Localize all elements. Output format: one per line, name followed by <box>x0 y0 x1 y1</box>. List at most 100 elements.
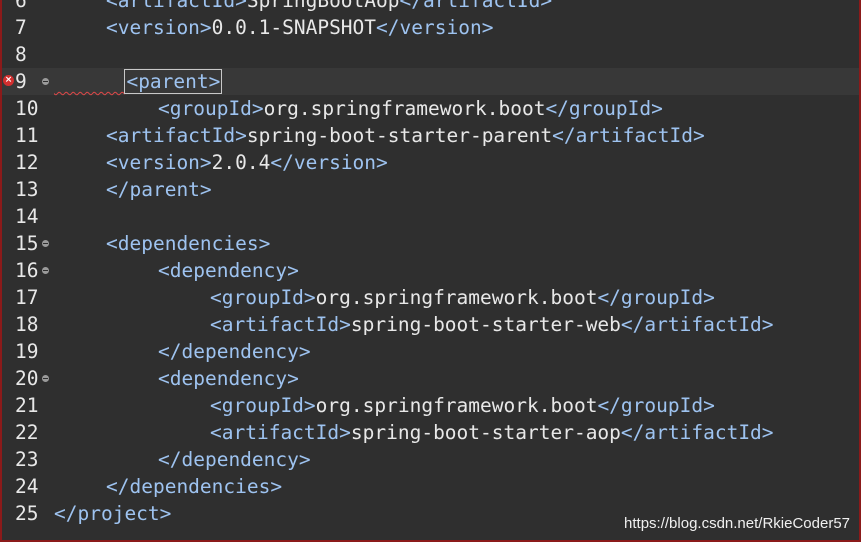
line-gutter: 15 <box>0 230 52 257</box>
code-content: <dependency> <box>158 257 299 284</box>
code-content: </dependency> <box>158 446 311 473</box>
tag-text: spring-boot-starter-aop <box>350 421 621 444</box>
error-x-icon[interactable]: × <box>3 75 14 86</box>
code-line-8[interactable]: 8 <box>0 41 861 68</box>
close-tag: </groupId> <box>597 394 715 417</box>
line-gutter: × 9 <box>0 68 52 95</box>
code-content: <dependency> <box>158 365 299 392</box>
tag-text: 2.0.4 <box>211 151 271 174</box>
fold-collapse-icon[interactable] <box>42 375 49 382</box>
line-number: 15 <box>15 232 39 255</box>
tag-text: org.springframework.boot <box>315 286 598 309</box>
open-tag: <parent> <box>124 69 223 94</box>
code-content: <artifactId>SpringBootAop</artifactId> <box>106 0 552 14</box>
close-tag: </version> <box>376 16 494 39</box>
line-number: 25 <box>15 502 39 525</box>
line-gutter: 16 <box>0 257 52 284</box>
line-gutter: 13 <box>0 176 52 203</box>
line-number: 13 <box>15 178 39 201</box>
close-tag: </parent> <box>106 178 212 201</box>
code-content: <dependencies> <box>106 230 270 257</box>
code-line-21[interactable]: 21 <groupId>org.springframework.boot</gr… <box>0 392 861 419</box>
open-tag: <artifactId> <box>106 124 247 147</box>
open-tag: <groupId> <box>210 394 316 417</box>
open-tag: <dependencies> <box>106 232 271 255</box>
line-number: 12 <box>15 151 39 174</box>
code-content: <groupId>org.springframework.boot</group… <box>210 392 715 419</box>
fold-collapse-icon[interactable] <box>42 267 49 274</box>
code-line-9[interactable]: × 9 <parent> <box>0 68 861 95</box>
line-gutter: 23 <box>0 446 52 473</box>
close-tag: </artifactId> <box>552 124 705 147</box>
code-content: </project> <box>54 500 171 527</box>
line-gutter: 6 <box>0 0 52 14</box>
line-number: 7 <box>15 16 27 39</box>
code-line-7[interactable]: 7 <version>0.0.1-SNAPSHOT</version> <box>0 14 861 41</box>
line-number: 11 <box>15 124 39 147</box>
open-tag: <groupId> <box>158 97 264 120</box>
line-gutter: 24 <box>0 473 52 500</box>
close-tag: </dependency> <box>158 448 311 471</box>
line-number: 23 <box>15 448 39 471</box>
close-tag: </groupId> <box>597 286 715 309</box>
code-line-12[interactable]: 12 <version>2.0.4</version> <box>0 149 861 176</box>
tag-text: org.springframework.boot <box>315 394 598 417</box>
line-gutter: 21 <box>0 392 52 419</box>
line-number: 21 <box>15 394 39 417</box>
line-gutter: 10 <box>0 95 52 122</box>
code-line-19[interactable]: 19 </dependency> <box>0 338 861 365</box>
line-number: 18 <box>15 313 39 336</box>
code-content: <artifactId>spring-boot-starter-aop</art… <box>210 419 774 446</box>
line-gutter: 17 <box>0 284 52 311</box>
line-gutter: 12 <box>0 149 52 176</box>
line-gutter: 19 <box>0 338 52 365</box>
close-tag: </dependencies> <box>106 475 283 498</box>
open-tag: <version> <box>106 16 212 39</box>
code-content: <groupId>org.springframework.boot</group… <box>158 95 663 122</box>
close-tag: </groupId> <box>545 97 663 120</box>
line-number: 17 <box>15 286 39 309</box>
code-content: <version>2.0.4</version> <box>106 149 388 176</box>
code-line-10[interactable]: 10 <groupId>org.springframework.boot</gr… <box>0 95 861 122</box>
code-content: </dependency> <box>158 338 311 365</box>
code-content: <artifactId>spring-boot-starter-parent</… <box>106 122 705 149</box>
code-line-15[interactable]: 15 <dependencies> <box>0 230 861 257</box>
code-line-6[interactable]: 6 <artifactId>SpringBootAop</artifactId> <box>0 0 861 14</box>
code-line-13[interactable]: 13 </parent> <box>0 176 861 203</box>
code-line-14[interactable]: 14 <box>0 203 861 230</box>
line-number: 24 <box>15 475 39 498</box>
code-line-24[interactable]: 24 </dependencies> <box>0 473 861 500</box>
line-number: 14 <box>15 205 39 228</box>
fold-collapse-icon[interactable] <box>42 78 49 85</box>
line-number: 16 <box>15 259 39 282</box>
code-content: <version>0.0.1-SNAPSHOT</version> <box>106 14 493 41</box>
code-line-22[interactable]: 22 <artifactId>spring-boot-starter-aop</… <box>0 419 861 446</box>
code-line-16[interactable]: 16 <dependency> <box>0 257 861 284</box>
fold-collapse-icon[interactable] <box>42 240 49 247</box>
tag-text: spring-boot-starter-parent <box>246 124 553 147</box>
code-content: <groupId>org.springframework.boot</group… <box>210 284 715 311</box>
code-line-18[interactable]: 18 <artifactId>spring-boot-starter-web</… <box>0 311 861 338</box>
close-tag: </version> <box>270 151 388 174</box>
tag-text: org.springframework.boot <box>263 97 546 120</box>
open-tag: <version> <box>106 151 212 174</box>
close-tag: </dependency> <box>158 340 311 363</box>
line-number: 9 <box>15 70 27 93</box>
code-line-23[interactable]: 23 </dependency> <box>0 446 861 473</box>
code-line-11[interactable]: 11 <artifactId>spring-boot-starter-paren… <box>0 122 861 149</box>
line-gutter: 11 <box>0 122 52 149</box>
code-editor[interactable]: 6 <artifactId>SpringBootAop</artifactId>… <box>0 0 861 542</box>
code-line-20[interactable]: 20 <dependency> <box>0 365 861 392</box>
tag-text: 0.0.1-SNAPSHOT <box>211 16 377 39</box>
code-content: </parent> <box>106 176 212 203</box>
line-gutter: 18 <box>0 311 52 338</box>
close-tag: </artifactId> <box>620 421 774 444</box>
close-tag: </artifactId> <box>399 0 553 12</box>
line-number: 8 <box>15 43 27 66</box>
code-content: <parent> <box>54 68 223 95</box>
open-tag: <artifactId> <box>106 0 247 12</box>
code-line-17[interactable]: 17 <groupId>org.springframework.boot</gr… <box>0 284 861 311</box>
open-tag: <dependency> <box>158 259 299 282</box>
tag-text: spring-boot-starter-web <box>350 313 621 336</box>
line-number: 20 <box>15 367 39 390</box>
